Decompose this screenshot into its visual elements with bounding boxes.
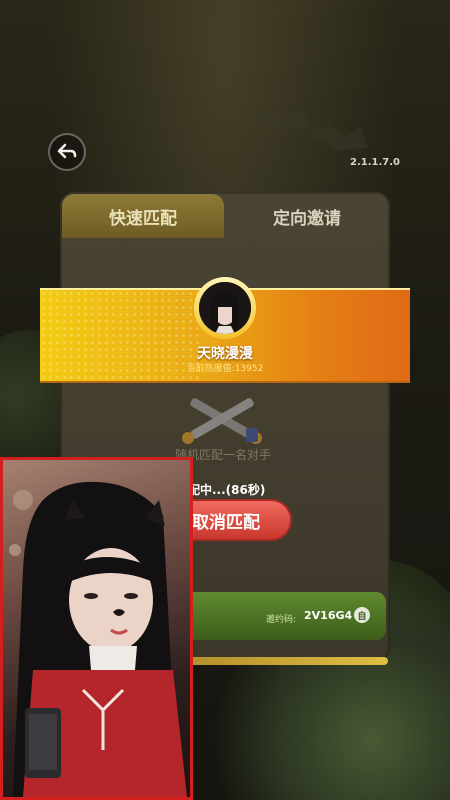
streamer-camera-overlay xyxy=(0,457,193,800)
avatar xyxy=(199,282,251,334)
copy-icon[interactable]: 自 xyxy=(354,607,370,623)
tab-direct-invite[interactable]: 定向邀请 xyxy=(226,194,388,238)
streamer-webcam-image xyxy=(9,481,187,797)
tab-quick-match[interactable]: 快速匹配 xyxy=(62,194,224,238)
player-avatar-frame[interactable] xyxy=(194,277,256,339)
player-name: 天晓漫漫 xyxy=(197,346,253,362)
avatar-portrait xyxy=(199,282,251,334)
crossed-swords-icon xyxy=(182,398,262,444)
invite-code-label: 邀约码: xyxy=(266,615,297,625)
invite-code-value: 2V16G4 xyxy=(304,609,353,622)
back-button[interactable] xyxy=(48,133,86,171)
back-arrow-icon xyxy=(57,143,77,159)
version-label: 2.1.1.7.0 xyxy=(350,157,400,168)
panel-bottom-strip xyxy=(188,657,388,665)
match-countdown: 配中...(86秒) xyxy=(188,483,266,497)
player-heat-value: 当前热度值:13952 xyxy=(186,364,264,374)
